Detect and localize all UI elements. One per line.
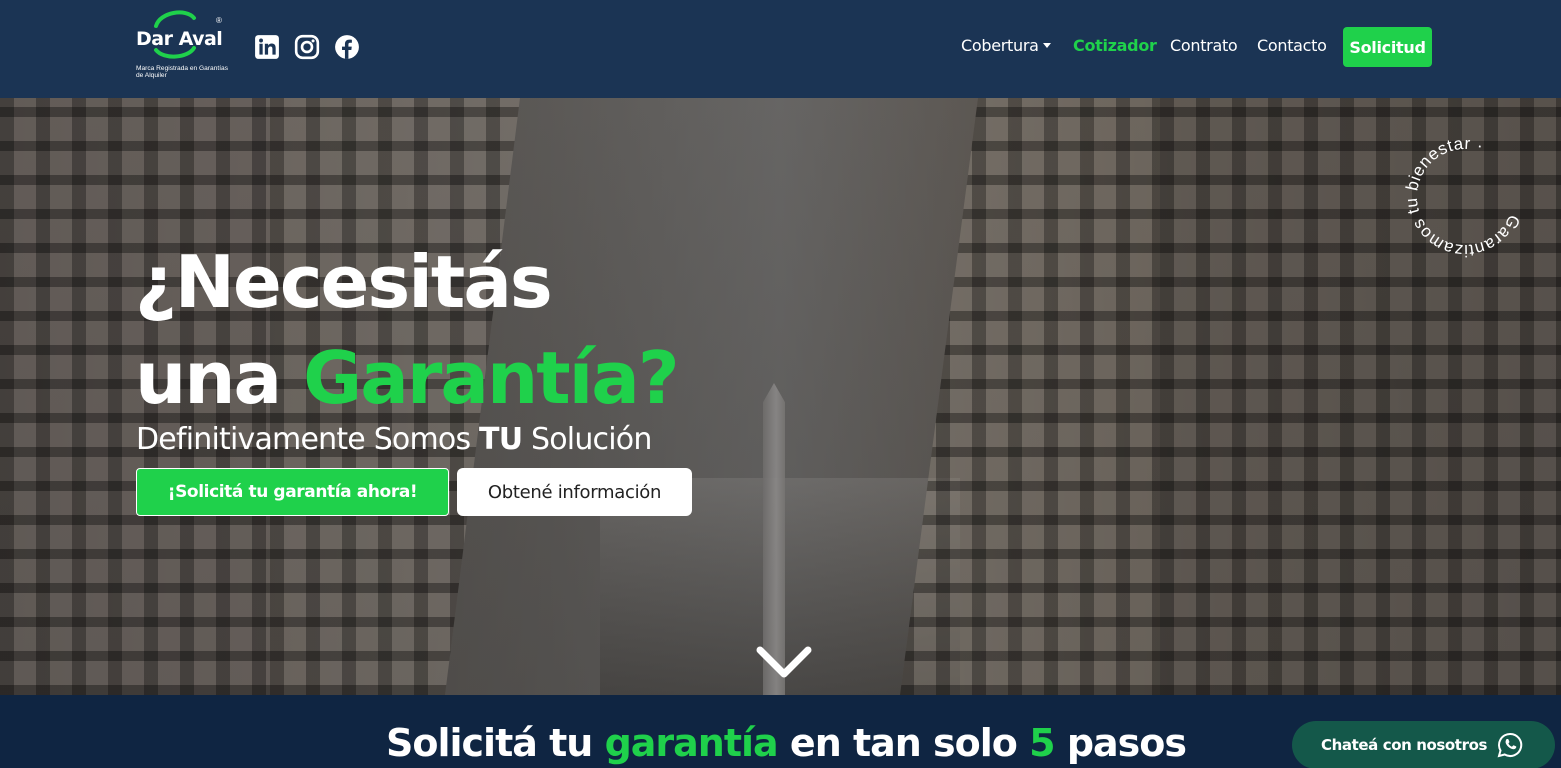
rotating-badge: Garantizamos tu bienestar · bbox=[1384, 116, 1546, 278]
steps-title-prefix: Solicitá tu bbox=[386, 721, 605, 765]
brand-logo[interactable]: Dar Aval ® Marca Registrada en Garantías… bbox=[136, 8, 228, 84]
nav-contacto[interactable]: Contacto bbox=[1257, 36, 1327, 55]
steps-title: Solicitá tu garantía en tan solo 5 pasos bbox=[386, 721, 1187, 765]
hero-title-highlight: Garantía? bbox=[303, 336, 679, 420]
instagram-icon[interactable] bbox=[294, 34, 320, 60]
hero-subtitle-prefix: Definitivamente Somos bbox=[136, 422, 480, 457]
nav-contrato[interactable]: Contrato bbox=[1170, 36, 1238, 55]
linkedin-icon[interactable] bbox=[254, 34, 280, 60]
steps-title-highlight-number: 5 bbox=[1029, 721, 1055, 765]
brand-name: Dar Aval bbox=[136, 28, 223, 50]
navbar: Dar Aval ® Marca Registrada en Garantías… bbox=[0, 0, 1561, 98]
hero-title-line2-prefix: una bbox=[135, 336, 304, 420]
hero-title-line1: ¿Necesitás bbox=[135, 240, 553, 324]
request-guarantee-button[interactable]: ¡Solicitá tu garantía ahora! bbox=[136, 468, 449, 516]
steps-title-middle: en tan solo bbox=[777, 721, 1030, 765]
steps-title-highlight-guarantee: garantía bbox=[604, 721, 779, 765]
nav-cobertura-dropdown[interactable]: Cobertura bbox=[961, 36, 1051, 55]
steps-title-suffix: pasos bbox=[1054, 721, 1187, 765]
hero-section: ¿Necesitás una Garantía? Definitivamente… bbox=[0, 98, 1561, 695]
hero-subtitle-bold: TU bbox=[479, 422, 523, 457]
get-info-button[interactable]: Obtené información bbox=[457, 468, 692, 516]
nav-cotizador[interactable]: Cotizador bbox=[1073, 36, 1157, 55]
brand-tagline: Marca Registrada en Garantías de Alquile… bbox=[136, 65, 228, 80]
whatsapp-icon bbox=[1497, 732, 1523, 758]
hero-subtitle-suffix: Solución bbox=[522, 422, 652, 457]
chevron-down-icon[interactable] bbox=[756, 646, 812, 678]
svg-text:Garantizamos tu bienestar ·: Garantizamos tu bienestar · bbox=[1400, 132, 1530, 262]
nav-cobertura-label: Cobertura bbox=[961, 36, 1039, 55]
whatsapp-chat-button[interactable]: Chateá con nosotros bbox=[1292, 721, 1555, 768]
hero-subtitle: Definitivamente Somos TU Solución bbox=[136, 422, 652, 457]
hero-title: ¿Necesitás una Garantía? bbox=[135, 234, 680, 426]
caret-down-icon bbox=[1042, 43, 1051, 48]
nav-solicitud-button[interactable]: Solicitud bbox=[1343, 27, 1432, 67]
badge-text: Garantizamos tu bienestar · bbox=[1384, 116, 1546, 278]
building-right-inner bbox=[900, 98, 1160, 695]
facebook-icon[interactable] bbox=[334, 34, 360, 60]
registered-mark: ® bbox=[216, 16, 222, 25]
chat-button-label: Chateá con nosotros bbox=[1321, 736, 1488, 754]
